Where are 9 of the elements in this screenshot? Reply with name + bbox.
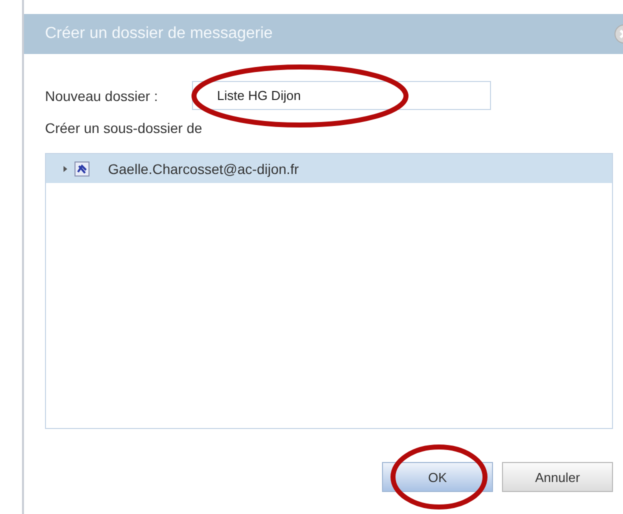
cancel-button[interactable]: Annuler (502, 462, 613, 492)
expand-arrow-icon[interactable] (62, 164, 68, 172)
window-title: Créer un dossier de messagerie (45, 25, 273, 43)
mailbox-icon (74, 160, 90, 176)
folder-name-field[interactable]: Liste HG Dijon (192, 81, 491, 110)
section-label: Créer un sous-dossier de (45, 120, 204, 136)
tree-item[interactable]: Gaelle.Charcosset@ac-dijon.fr (46, 154, 612, 183)
ok-button[interactable]: OK (382, 462, 493, 492)
field-label: Nouveau dossier : (45, 88, 159, 104)
